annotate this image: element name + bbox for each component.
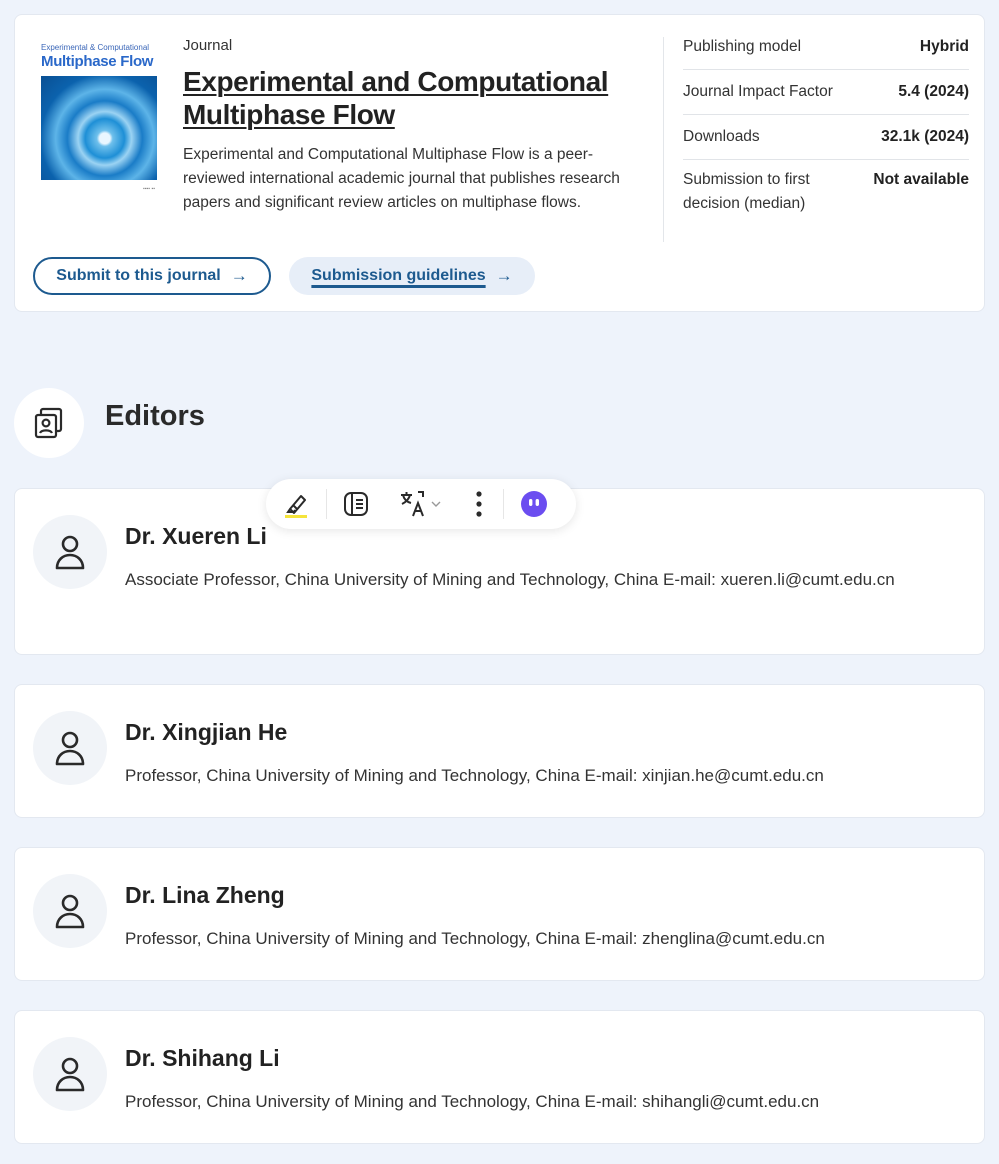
more-options-button[interactable] — [455, 479, 503, 529]
journal-label: Journal — [183, 37, 233, 54]
note-button[interactable] — [327, 479, 385, 529]
journal-cover[interactable]: Experimental & Computational Multiphase … — [41, 43, 159, 208]
avatar — [33, 515, 107, 589]
stat-label: Downloads — [683, 128, 760, 145]
assistant-icon — [521, 491, 547, 517]
guidelines-button-label: Submission guidelines — [311, 267, 486, 284]
highlighter-icon — [285, 495, 307, 518]
editor-card: Dr. Xingjian He Professor, China Univers… — [14, 684, 985, 818]
cover-publisher-marks: ▪▪▪▪ ▪▪ — [142, 186, 155, 192]
avatar — [33, 874, 107, 948]
arrow-right-icon: → — [230, 266, 248, 285]
cover-water-image — [41, 76, 157, 180]
translate-button[interactable] — [385, 479, 455, 529]
journal-title-link[interactable]: Experimental and Computational Multiphas… — [183, 65, 653, 131]
highlight-button[interactable] — [266, 479, 326, 529]
avatar — [33, 711, 107, 785]
stat-value: Hybrid — [919, 38, 969, 55]
editor-card: Dr. Lina Zheng Professor, China Universi… — [14, 847, 985, 981]
more-icon — [476, 491, 482, 517]
vertical-divider — [663, 37, 664, 242]
stat-label: Publishing model — [683, 38, 802, 55]
stat-value: 5.4 (2024) — [898, 83, 969, 100]
editors-heading: Editors — [105, 400, 205, 432]
person-icon — [55, 1057, 85, 1092]
person-icon — [55, 894, 85, 929]
editor-affiliation: Professor, China University of Mining an… — [125, 1092, 820, 1111]
stat-value: 32.1k (2024) — [881, 128, 969, 145]
arrow-right-icon: → — [495, 266, 513, 285]
journal-card: Experimental & Computational Multiphase … — [14, 14, 985, 312]
chevron-down-icon — [431, 501, 441, 507]
editor-name: Dr. Xingjian He — [125, 719, 288, 745]
submit-to-journal-button[interactable]: Submit to this journal → — [33, 257, 271, 295]
editors-section-icon-wrap — [14, 388, 84, 458]
editor-badge-icon — [34, 407, 63, 439]
editor-card: Dr. Shihang Li Professor, China Universi… — [14, 1010, 985, 1144]
cover-title: Multiphase Flow — [41, 53, 154, 70]
stat-row: Downloads 32.1k (2024) — [683, 115, 969, 160]
journal-description: Experimental and Computational Multiphas… — [183, 146, 620, 211]
person-icon — [55, 535, 85, 570]
cover-subtitle: Experimental & Computational — [41, 43, 150, 52]
submission-guidelines-button[interactable]: Submission guidelines → — [289, 257, 535, 295]
stat-row: Journal Impact Factor 5.4 (2024) — [683, 70, 969, 115]
editor-name: Dr. Xueren Li — [125, 523, 267, 549]
editor-name: Dr. Shihang Li — [125, 1045, 280, 1071]
editor-name: Dr. Lina Zheng — [125, 882, 285, 908]
translate-icon — [401, 491, 424, 517]
avatar — [33, 1037, 107, 1111]
journal-stats: Publishing model Hybrid Journal Impact F… — [683, 29, 969, 226]
assistant-button[interactable] — [504, 479, 564, 529]
stat-label: Submission to first decision (median) — [683, 171, 810, 212]
selection-toolbar — [266, 479, 576, 529]
editor-affiliation: Professor, China University of Mining an… — [125, 766, 824, 785]
stat-row: Publishing model Hybrid — [683, 29, 969, 70]
submit-button-label: Submit to this journal — [56, 267, 221, 284]
person-icon — [55, 731, 85, 766]
editor-affiliation: Professor, China University of Mining an… — [125, 929, 825, 948]
note-icon — [344, 492, 368, 516]
stat-label: Journal Impact Factor — [683, 83, 833, 100]
stat-row: Submission to first decision (median) No… — [683, 160, 969, 226]
editor-affiliation: Associate Professor, China University of… — [125, 570, 895, 589]
stat-value: Not available — [873, 171, 969, 188]
